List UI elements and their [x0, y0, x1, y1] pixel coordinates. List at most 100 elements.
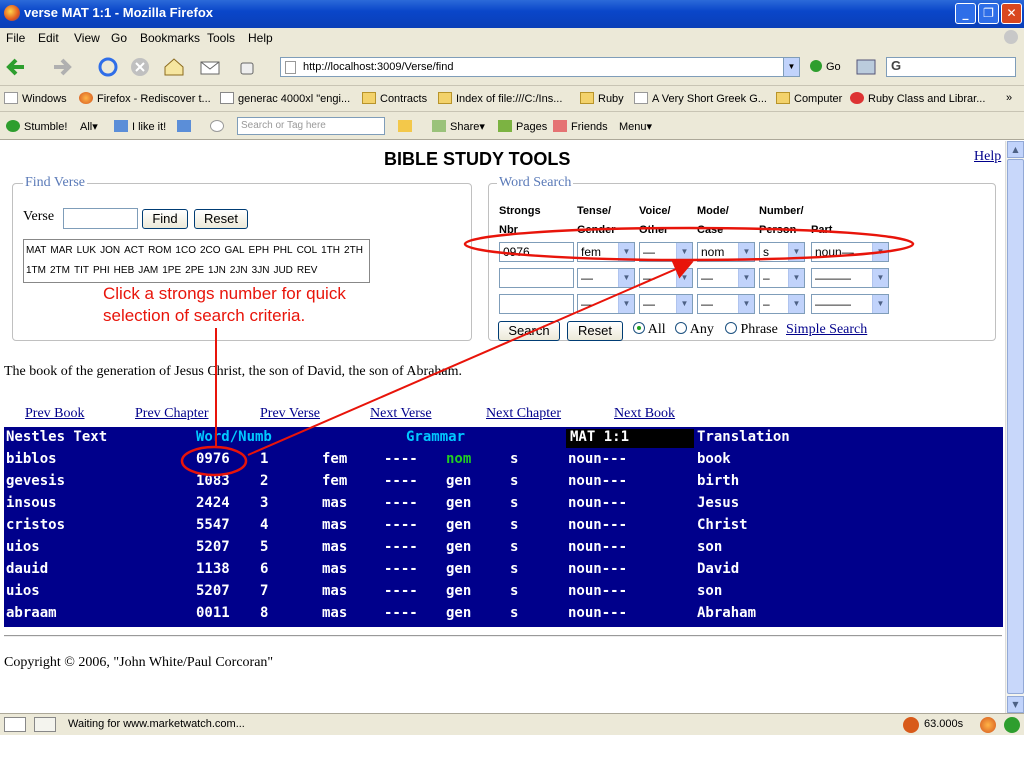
- part-select-3[interactable]: ——— ▼: [811, 294, 889, 314]
- book-eph[interactable]: EPH: [249, 245, 270, 256]
- book-col[interactable]: COL: [297, 245, 318, 256]
- strongs-number[interactable]: 1083: [196, 473, 230, 489]
- menu-tools[interactable]: Tools: [207, 31, 235, 45]
- radio-all[interactable]: All: [633, 322, 666, 338]
- bookmarks-more[interactable]: »: [1006, 92, 1012, 104]
- strongs-input-1[interactable]: 0976: [499, 242, 574, 262]
- search-button[interactable]: Search: [498, 321, 560, 341]
- all-dropdown[interactable]: All▾: [80, 120, 98, 133]
- book-1th[interactable]: 1TH: [321, 245, 340, 256]
- prev-verse-link[interactable]: Prev Verse: [260, 406, 320, 422]
- menu-file[interactable]: File: [6, 31, 25, 45]
- book-2jn[interactable]: 2JN: [230, 265, 248, 276]
- book-mar[interactable]: MAR: [50, 245, 72, 256]
- strongs-number[interactable]: 2424: [196, 495, 230, 511]
- book-tit[interactable]: TIT: [74, 265, 89, 276]
- help-link[interactable]: Help: [974, 149, 1001, 165]
- maximize-button[interactable]: ❐: [978, 3, 999, 24]
- book-2th[interactable]: 2TH: [344, 245, 363, 256]
- stumble-button[interactable]: Stumble!: [6, 120, 67, 133]
- coffee-icon[interactable]: [236, 55, 260, 79]
- stop-icon[interactable]: [128, 55, 152, 79]
- book-mat[interactable]: MAT: [26, 245, 46, 256]
- prev-book-link[interactable]: Prev Book: [25, 406, 85, 422]
- url-bar[interactable]: http://localhost:3009/Verse/find ▼: [280, 57, 800, 77]
- book-1pe[interactable]: 1PE: [162, 265, 181, 276]
- next-chapter-link[interactable]: Next Chapter: [486, 406, 561, 422]
- share-button[interactable]: Share▾: [432, 120, 485, 133]
- book-jam[interactable]: JAM: [138, 265, 158, 276]
- menu-help[interactable]: Help: [248, 31, 273, 45]
- number-select-2[interactable]: – ▼: [759, 268, 805, 288]
- bookmark-windows[interactable]: Windows: [4, 92, 67, 105]
- book-2tm[interactable]: 2TM: [50, 265, 70, 276]
- strongs-number[interactable]: 5207: [196, 583, 230, 599]
- ilike-button[interactable]: I like it!: [114, 120, 166, 133]
- scroll-thumb[interactable]: [1007, 159, 1024, 694]
- reload-icon[interactable]: [96, 55, 120, 79]
- number-select-3[interactable]: – ▼: [759, 294, 805, 314]
- menu-dropdown[interactable]: Menu▾: [619, 120, 652, 133]
- search-engine-box[interactable]: G: [886, 57, 1016, 77]
- go-button[interactable]: Go: [810, 60, 841, 73]
- mode-select-1[interactable]: nom ▼: [697, 242, 755, 262]
- minimize-button[interactable]: _: [955, 3, 976, 24]
- scroll-up-icon[interactable]: ▲: [1007, 141, 1024, 158]
- strongs-number[interactable]: 5207: [196, 539, 230, 555]
- voice-select-2[interactable]: — ▼: [639, 268, 693, 288]
- part-select-2[interactable]: ——— ▼: [811, 268, 889, 288]
- scroll-down-icon[interactable]: ▼: [1007, 696, 1024, 713]
- strongs-number[interactable]: 0011: [196, 605, 230, 621]
- number-select-1[interactable]: s ▼: [759, 242, 805, 262]
- strongs-number[interactable]: 5547: [196, 517, 230, 533]
- book-1co[interactable]: 1CO: [175, 245, 196, 256]
- voice-select-3[interactable]: — ▼: [639, 294, 693, 314]
- home-icon[interactable]: [162, 55, 186, 79]
- book-act[interactable]: ACT: [124, 245, 144, 256]
- bookmark-computer[interactable]: Computer: [776, 92, 842, 105]
- comment-icon[interactable]: [210, 120, 228, 133]
- mode-select-3[interactable]: — ▼: [697, 294, 755, 314]
- extension-icon[interactable]: [854, 55, 878, 79]
- word-reset-button[interactable]: Reset: [567, 321, 623, 341]
- prev-chapter-link[interactable]: Prev Chapter: [135, 406, 208, 422]
- forward-icon[interactable]: [50, 55, 74, 79]
- book-1tm[interactable]: 1TM: [26, 265, 46, 276]
- strongs-input-2[interactable]: [499, 268, 574, 288]
- book-phl[interactable]: PHL: [273, 245, 292, 256]
- url-dropdown-icon[interactable]: ▼: [783, 58, 799, 76]
- verse-input[interactable]: [63, 208, 138, 229]
- menu-edit[interactable]: Edit: [38, 31, 59, 45]
- tense-select-3[interactable]: — ▼: [577, 294, 635, 314]
- reset-button[interactable]: Reset: [194, 209, 248, 229]
- pages-button[interactable]: Pages: [498, 120, 547, 133]
- book-phi[interactable]: PHI: [93, 265, 110, 276]
- next-verse-link[interactable]: Next Verse: [370, 406, 432, 422]
- book-gal[interactable]: GAL: [225, 245, 245, 256]
- menu-bookmarks[interactable]: Bookmarks: [140, 31, 200, 45]
- book-heb[interactable]: HEB: [114, 265, 135, 276]
- menu-go[interactable]: Go: [111, 31, 127, 45]
- book-1jn[interactable]: 1JN: [208, 265, 226, 276]
- radio-phrase[interactable]: Phrase: [725, 322, 778, 338]
- bookmark-index[interactable]: Index of file:///C:/Ins...: [438, 92, 562, 105]
- strongs-number[interactable]: 1138: [196, 561, 230, 577]
- bookmark-ruby[interactable]: Ruby: [580, 92, 624, 105]
- simple-search-link[interactable]: Simple Search: [786, 322, 867, 338]
- book-2co[interactable]: 2CO: [200, 245, 221, 256]
- tag-icon[interactable]: [398, 120, 416, 133]
- strongs-number[interactable]: 0976: [196, 451, 230, 467]
- book-2pe[interactable]: 2PE: [185, 265, 204, 276]
- bookmark-firefox[interactable]: Firefox - Rediscover t...: [79, 92, 211, 105]
- mode-select-2[interactable]: — ▼: [697, 268, 755, 288]
- stumble-search-input[interactable]: Search or Tag here: [237, 117, 385, 135]
- book-jud[interactable]: JUD: [273, 265, 292, 276]
- close-button[interactable]: ✕: [1001, 3, 1022, 24]
- book-3jn[interactable]: 3JN: [252, 265, 270, 276]
- book-rom[interactable]: ROM: [148, 245, 171, 256]
- bookmark-ruby-class[interactable]: Ruby Class and Librar...: [850, 92, 985, 105]
- menu-view[interactable]: View: [74, 31, 100, 45]
- book-luk[interactable]: LUK: [77, 245, 96, 256]
- book-rev[interactable]: REV: [297, 265, 318, 276]
- mail-icon[interactable]: [198, 55, 222, 79]
